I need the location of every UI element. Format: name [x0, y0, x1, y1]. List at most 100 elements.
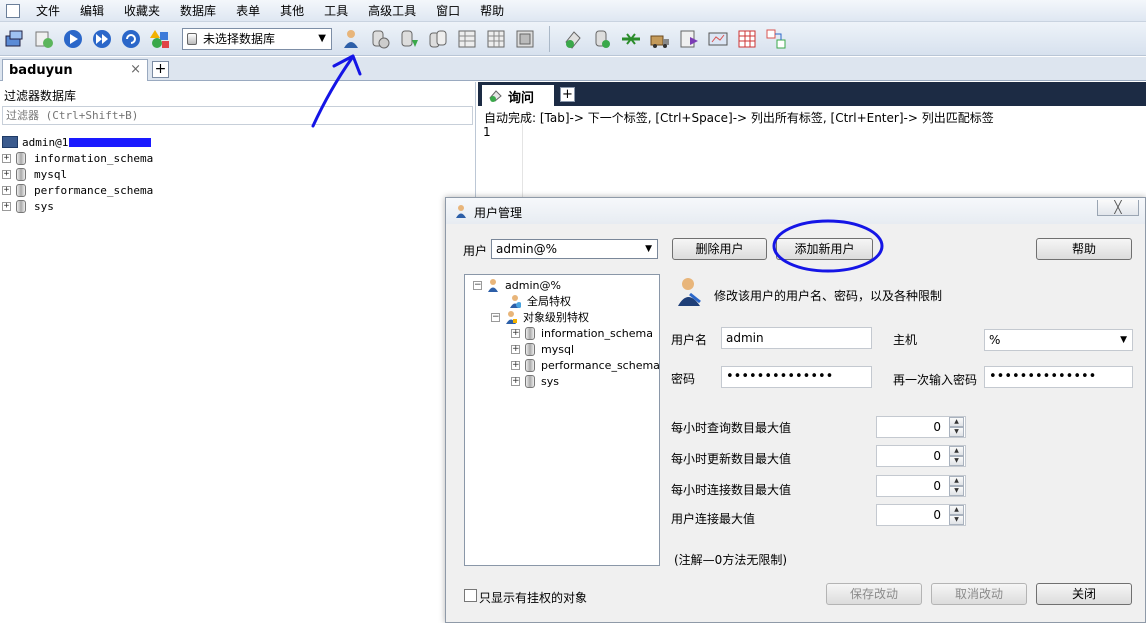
spin-down-icon[interactable]: ▼ [949, 456, 964, 466]
database-icon [525, 358, 535, 372]
menu-advanced-tools[interactable]: 高级工具 [358, 0, 426, 22]
host-select[interactable]: % ▼ [984, 329, 1133, 351]
show-only-privileged-checkbox[interactable] [464, 589, 477, 602]
dialog-close-icon[interactable]: ╳ [1097, 200, 1139, 216]
menu-database[interactable]: 数据库 [170, 0, 226, 22]
expand-icon[interactable]: + [2, 153, 11, 163]
tab-query[interactable]: 询问 [482, 85, 554, 106]
connection-tab-baduyun[interactable]: baduyun × [2, 59, 148, 81]
close-button[interactable]: 关闭 [1036, 583, 1132, 605]
menu-file[interactable]: 文件 [26, 0, 70, 22]
tree-db-row[interactable]: + performance_schema [511, 357, 660, 373]
tree-database-row[interactable]: + mysql [2, 166, 153, 182]
spin-down-icon[interactable]: ▼ [949, 515, 964, 525]
add-user-button[interactable]: 添加新用户 [776, 238, 873, 260]
expand-icon[interactable]: + [2, 185, 11, 195]
user-icon [456, 205, 466, 218]
save-changes-button[interactable]: 保存改动 [826, 583, 922, 605]
max-connections-per-hour-stepper[interactable]: 0 ▲ ▼ [876, 475, 966, 497]
tree-server-row[interactable]: admin@1 [2, 134, 153, 150]
filter-input[interactable] [2, 106, 473, 125]
tree-user-row[interactable]: − admin@% [473, 277, 561, 293]
expand-icon[interactable]: + [2, 169, 11, 179]
spin-up-icon[interactable]: ▲ [949, 417, 964, 427]
redacted-host [69, 137, 152, 147]
add-tab-button[interactable]: + [152, 61, 169, 78]
help-button[interactable]: 帮助 [1036, 238, 1132, 260]
tree-database-row[interactable]: + performance_schema [2, 182, 153, 198]
cancel-changes-button[interactable]: 取消改动 [931, 583, 1027, 605]
max-user-connections-stepper[interactable]: 0 ▲ ▼ [876, 504, 966, 526]
report-icon[interactable] [705, 26, 731, 52]
dialog-title-bar[interactable]: 用户管理 ╳ [446, 198, 1145, 224]
menu-other[interactable]: 其他 [270, 0, 314, 22]
add-query-tab-button[interactable]: + [560, 87, 575, 102]
run-all-icon[interactable] [89, 26, 115, 52]
spin-down-icon[interactable]: ▼ [949, 427, 964, 437]
password-input[interactable]: •••••••••••••• [721, 366, 872, 388]
database-selector[interactable]: 未选择数据库 ▼ [182, 27, 332, 50]
table-export-icon[interactable] [454, 26, 480, 52]
schema-sync-icon[interactable] [512, 26, 538, 52]
menu-table[interactable]: 表单 [226, 0, 270, 22]
tree-db-row[interactable]: + sys [511, 373, 559, 389]
table-import-icon[interactable] [483, 26, 509, 52]
spin-up-icon[interactable]: ▲ [949, 446, 964, 456]
max-queries-stepper[interactable]: 0 ▲ ▼ [876, 416, 966, 438]
spin-up-icon[interactable]: ▲ [949, 505, 964, 515]
expand-icon[interactable]: + [2, 201, 11, 211]
tree-db-row[interactable]: + mysql [511, 341, 574, 357]
tree-db-label: information_schema [541, 326, 653, 340]
menu-tools[interactable]: 工具 [314, 0, 358, 22]
expand-icon[interactable]: + [511, 344, 520, 354]
app-icon [6, 3, 20, 18]
menu-window[interactable]: 窗口 [426, 0, 470, 22]
menu-edit[interactable]: 编辑 [70, 0, 114, 22]
user-manager-icon[interactable] [338, 26, 364, 52]
max-queries-label: 每小时查询数目最大值 [671, 421, 792, 435]
monitor-icon[interactable] [676, 26, 702, 52]
chevron-down-icon: ▼ [318, 32, 326, 44]
database-selector-value: 未选择数据库 [203, 32, 276, 46]
tree-database-row[interactable]: + sys [2, 198, 153, 214]
sql-icon[interactable] [560, 26, 586, 52]
tree-global-privileges[interactable]: 全局特权 [509, 293, 571, 309]
tree-db-row[interactable]: + information_schema [511, 325, 653, 341]
backup-db-icon[interactable] [367, 26, 393, 52]
data-sync-icon[interactable] [589, 26, 615, 52]
schema-designer-icon[interactable] [734, 26, 760, 52]
close-icon[interactable]: × [130, 62, 141, 77]
refresh-icon[interactable] [118, 26, 144, 52]
expand-icon[interactable]: + [511, 360, 520, 370]
tree-database-row[interactable]: + information_schema [2, 150, 153, 166]
expand-icon[interactable]: + [511, 328, 520, 338]
delete-user-button[interactable]: 删除用户 [672, 238, 767, 260]
run-icon[interactable] [60, 26, 86, 52]
user-select[interactable]: admin@% ▼ [491, 239, 658, 259]
tree-object-privileges[interactable]: − 对象级别特权 [491, 309, 589, 325]
repeat-password-label: 再一次输入密码 [893, 373, 978, 387]
menu-help[interactable]: 帮助 [470, 0, 514, 22]
host-label: 主机 [893, 333, 918, 347]
spin-down-icon[interactable]: ▼ [949, 486, 964, 496]
color-shapes-icon[interactable] [147, 26, 173, 52]
database-icon [16, 183, 26, 197]
expand-icon[interactable]: + [511, 376, 520, 386]
filter-label: 过滤器数据库 [4, 89, 77, 103]
repeat-password-input[interactable]: •••••••••••••• [984, 366, 1133, 388]
import-wizard-icon[interactable] [618, 26, 644, 52]
open-file-icon[interactable] [31, 26, 57, 52]
new-connection-icon[interactable] [2, 26, 28, 52]
transfer-icon[interactable] [647, 26, 673, 52]
collapse-icon[interactable]: − [491, 312, 500, 322]
username-label: 用户名 [671, 333, 708, 347]
copy-db-icon[interactable] [425, 26, 451, 52]
collapse-icon[interactable]: − [473, 280, 482, 290]
spin-up-icon[interactable]: ▲ [949, 476, 964, 486]
arrange-icon[interactable] [763, 26, 789, 52]
username-input[interactable]: admin [721, 327, 872, 349]
max-updates-stepper[interactable]: 0 ▲ ▼ [876, 445, 966, 467]
restore-db-icon[interactable] [396, 26, 422, 52]
privilege-tree: − admin@% 全局特权 − 对象级别特权 + information_sc… [464, 274, 660, 566]
menu-favorites[interactable]: 收藏夹 [114, 0, 170, 22]
